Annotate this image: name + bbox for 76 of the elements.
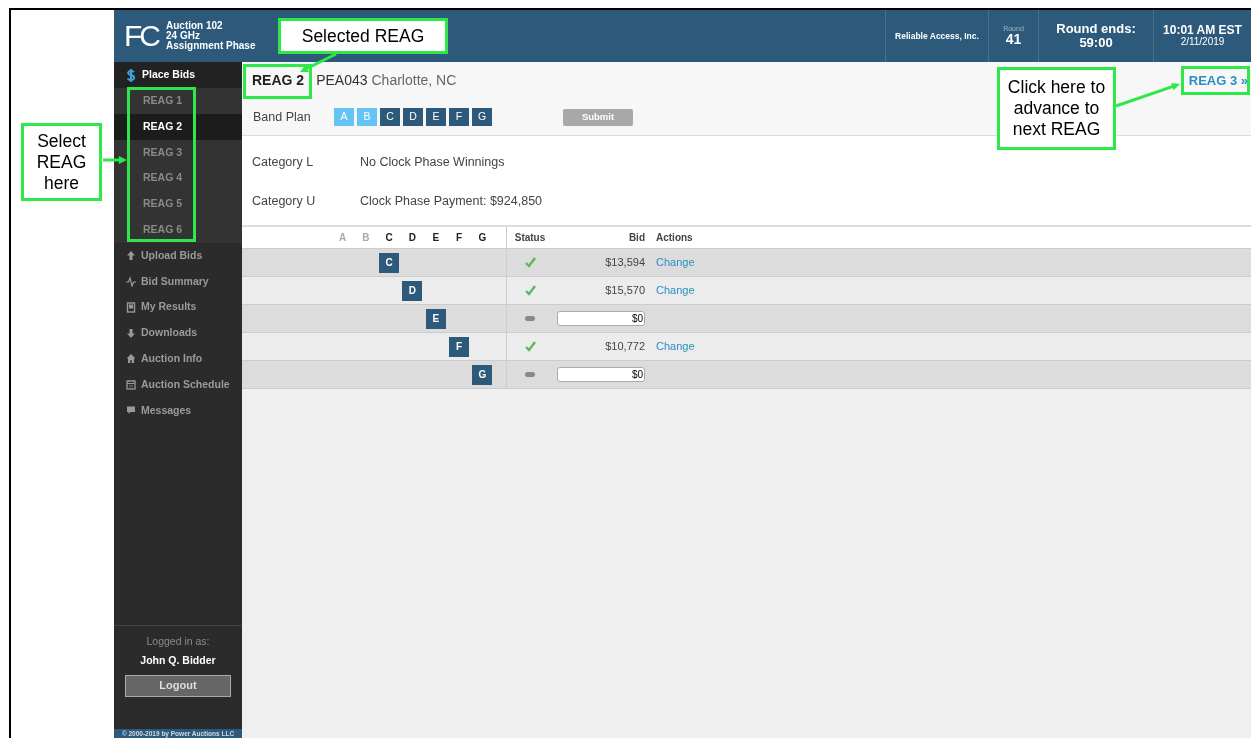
auction-title: Auction 102 — [166, 21, 224, 31]
pulse-icon — [126, 275, 136, 287]
callout-arrow — [103, 156, 127, 164]
bid-amount: $10,772 — [605, 340, 645, 353]
highlight-frame — [243, 64, 312, 99]
home-icon — [126, 353, 136, 365]
up-arrow-icon — [126, 250, 136, 262]
band-button[interactable]: C — [380, 108, 400, 126]
nav-item[interactable]: Auction Info — [141, 351, 203, 367]
category-value: No Clock Phase Winnings — [360, 154, 505, 172]
column-header: D — [407, 231, 418, 245]
dollar-icon — [126, 68, 136, 82]
category-label: Category L — [252, 154, 315, 172]
nav-item[interactable]: Upload Bids — [141, 247, 203, 264]
reag-item[interactable]: REAG 5 — [114, 191, 242, 217]
category-value: Clock Phase Payment: $924,850 — [360, 193, 543, 211]
callout-arrow — [1115, 82, 1180, 108]
user-name: John Q. Bidder — [140, 652, 216, 668]
band-chip: F — [449, 336, 470, 357]
band-button[interactable]: F — [449, 108, 469, 126]
band-chip: E — [425, 308, 446, 329]
column-header: F — [455, 231, 464, 245]
change-link[interactable]: Change — [656, 340, 695, 353]
nav-item[interactable]: Messages — [141, 402, 192, 419]
category-label: Category U — [252, 193, 317, 211]
nav-item[interactable]: My Results — [141, 299, 197, 316]
date: 2/11/2019 — [1180, 37, 1225, 48]
band-button[interactable]: D — [403, 108, 423, 126]
book-icon — [126, 301, 136, 313]
change-link[interactable]: Change — [656, 284, 695, 297]
bid-amount: $13,594 — [605, 256, 645, 269]
pea-name: Charlotte, NC — [371, 71, 457, 90]
band-button[interactable]: E — [426, 108, 446, 126]
pea-code: PEA043 — [316, 71, 368, 90]
clock-time: 10:01 AM EST — [1163, 24, 1242, 38]
column-header: Actions — [656, 232, 693, 243]
column-header: E — [431, 231, 441, 245]
nav-item[interactable]: Downloads — [141, 325, 197, 341]
nav-item[interactable]: Auction Schedule — [141, 376, 230, 393]
band-chip: C — [379, 252, 400, 273]
column-header: Status — [514, 231, 546, 245]
band-chip: D — [402, 280, 423, 301]
reag-item[interactable]: REAG 4 — [114, 165, 242, 192]
band-plan-label: Band Plan — [253, 108, 312, 126]
column-header: B — [361, 231, 371, 245]
column-header: A — [337, 231, 348, 245]
column-header: Bid — [628, 232, 645, 243]
chat-icon — [126, 404, 136, 416]
bid-input[interactable]: $0 — [557, 367, 645, 383]
round-timer: 59:00 — [1079, 36, 1113, 50]
bid-input[interactable]: $0 — [557, 311, 645, 327]
column-header: C — [384, 231, 394, 245]
logo: FC — [123, 18, 160, 54]
nav-item[interactable]: Bid Summary — [141, 273, 209, 290]
auction-title: 24 GHz — [166, 31, 201, 41]
logout-button[interactable]: Logout — [125, 674, 231, 697]
callout-arrow — [300, 52, 337, 72]
callout-note: Selected REAG — [278, 18, 448, 54]
company-name: Reliable Access, Inc. — [895, 31, 979, 41]
round-ends-label: Round ends: — [1056, 22, 1136, 36]
callout-note: Click here to advance to next REAG — [997, 67, 1116, 150]
logged-in-label: Logged in as: — [146, 634, 210, 649]
reag-heading: REAG 2 — [252, 71, 305, 90]
change-link[interactable]: Change — [656, 256, 695, 269]
callout-note: Select REAG here — [21, 123, 102, 201]
round-number: 41 — [1005, 32, 1022, 47]
auction-title: Assignment Phase — [166, 41, 256, 51]
band-chip: G — [472, 364, 493, 385]
column-header: G — [477, 231, 488, 245]
next-reag-link[interactable]: REAG 3 » — [1188, 70, 1248, 91]
calendar-icon — [126, 379, 136, 391]
band-button[interactable]: G — [472, 108, 492, 126]
highlight-frame — [1181, 66, 1250, 95]
bid-amount: $15,570 — [605, 284, 645, 297]
reag-item[interactable]: REAG 1 — [114, 88, 242, 114]
down-arrow-icon — [126, 327, 136, 339]
